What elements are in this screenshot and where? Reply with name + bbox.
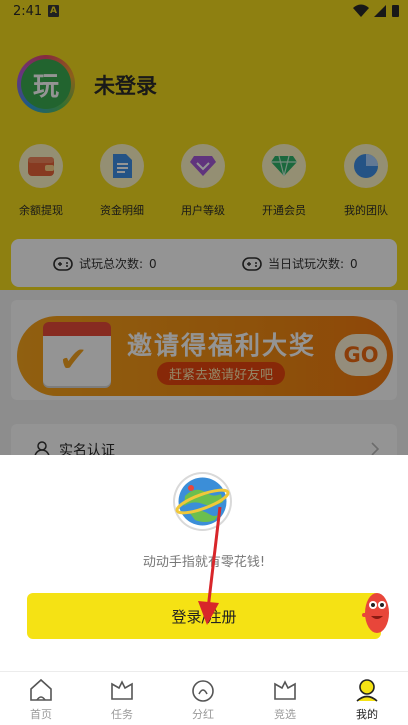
login-register-button[interactable]: 登录/注册 <box>27 593 381 639</box>
tab-mine[interactable]: 我的 <box>337 678 397 722</box>
globe-logo-icon <box>175 474 230 529</box>
election-icon <box>272 678 298 702</box>
tab-label: 竞选 <box>274 708 296 721</box>
mascot-icon <box>360 587 394 637</box>
tab-election[interactable]: 竞选 <box>255 678 315 722</box>
tab-label: 我的 <box>356 708 378 721</box>
profile-icon <box>354 678 380 702</box>
tab-label: 分红 <box>192 708 214 721</box>
login-slogan: 动动手指就有零花钱! <box>142 555 266 570</box>
home-icon <box>28 678 54 702</box>
task-icon <box>109 678 135 702</box>
dividend-icon <box>190 678 216 702</box>
tab-label: 任务 <box>111 708 133 721</box>
login-sheet: 动动手指就有零花钱! 登录/注册 <box>0 455 408 671</box>
tab-tasks[interactable]: 任务 <box>92 678 152 722</box>
bottom-tab-bar: 首页 任务 分红 竞选 我的 <box>0 671 408 725</box>
tab-dividend[interactable]: 分红 <box>173 678 233 722</box>
tab-home[interactable]: 首页 <box>11 678 71 722</box>
tab-label: 首页 <box>30 708 52 721</box>
